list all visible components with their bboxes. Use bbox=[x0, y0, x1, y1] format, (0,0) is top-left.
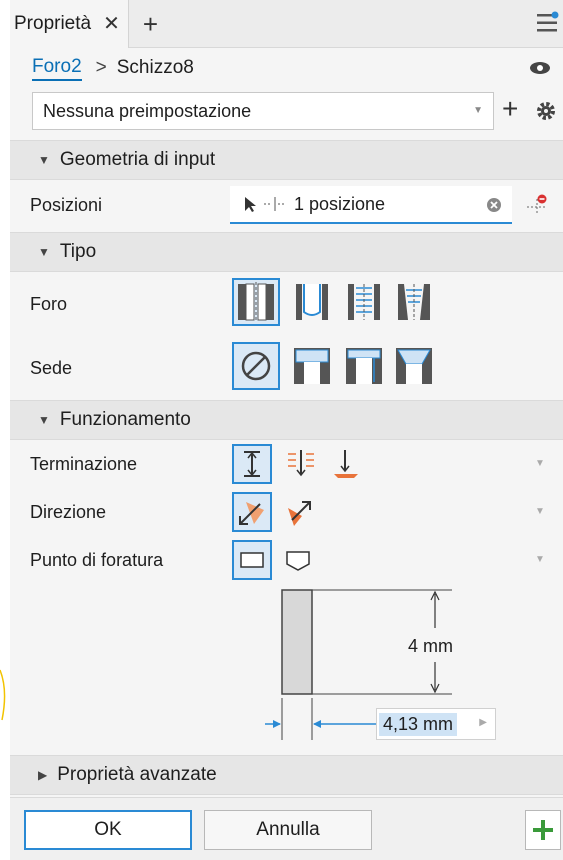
tab-bar: Proprietà ✕ + bbox=[10, 0, 563, 48]
positions-value: 1 posizione bbox=[294, 193, 386, 214]
section-advanced[interactable]: ▶ Proprietà avanzate bbox=[10, 755, 563, 795]
hole-label: Foro bbox=[30, 294, 68, 314]
simple-hole-button[interactable] bbox=[232, 278, 280, 326]
breadcrumb-feature-link[interactable]: Foro2 bbox=[32, 56, 82, 81]
chevron-down-icon[interactable]: ▼ bbox=[535, 458, 545, 469]
hamburger-icon[interactable] bbox=[535, 11, 559, 35]
to-icon[interactable] bbox=[328, 446, 364, 482]
distance-icon bbox=[244, 451, 260, 477]
breadcrumb: Foro2 > Schizzo8 bbox=[10, 48, 563, 88]
depth-dimension[interactable]: 4 mm bbox=[408, 634, 453, 659]
through-all-icon[interactable] bbox=[284, 446, 320, 482]
section-title: Geometria di input bbox=[59, 149, 216, 170]
breadcrumb-separator: > bbox=[95, 57, 107, 78]
canvas-arc-icon bbox=[0, 669, 6, 721]
clearance-hole-icon[interactable] bbox=[292, 282, 332, 322]
termination-label: Terminazione bbox=[30, 454, 138, 474]
properties-panel: Proprietà ✕ + Foro2 > Schizzo8 Nessuna p… bbox=[10, 0, 563, 860]
hole-preview: 4 mm 4,13 mm ▶ bbox=[10, 584, 563, 746]
canvas-edge bbox=[0, 0, 10, 860]
diameter-value: 4,13 mm bbox=[379, 712, 458, 736]
section-type[interactable]: ▼ Tipo bbox=[10, 232, 563, 272]
triangle-down-icon: ▼ bbox=[38, 153, 50, 167]
angle-point-icon[interactable] bbox=[280, 542, 316, 578]
gear-icon[interactable] bbox=[535, 100, 557, 122]
app: Proprietà ✕ + Foro2 > Schizzo8 Nessuna p… bbox=[0, 0, 563, 860]
eye-icon[interactable] bbox=[529, 61, 551, 75]
seat-label: Sede bbox=[30, 358, 73, 378]
direction-row: Direzione ▼ bbox=[10, 488, 563, 536]
plus-icon[interactable]: + bbox=[143, 11, 158, 37]
breadcrumb-sketch: Schizzo8 bbox=[116, 57, 194, 78]
close-icon[interactable]: ✕ bbox=[103, 11, 120, 36]
direction-label: Direzione bbox=[30, 502, 107, 522]
diameter-input[interactable]: 4,13 mm ▶ bbox=[376, 708, 496, 740]
triangle-down-icon: ▼ bbox=[38, 413, 50, 427]
triangle-right-icon: ▶ bbox=[38, 768, 48, 782]
counterbore-icon[interactable] bbox=[292, 346, 332, 386]
no-seat-button[interactable] bbox=[232, 342, 280, 390]
chevron-down-icon[interactable]: ▼ bbox=[535, 554, 545, 565]
positions-label: Posizioni bbox=[30, 195, 103, 215]
triangle-down-icon: ▼ bbox=[38, 245, 50, 259]
tab-properties[interactable]: Proprietà ✕ bbox=[10, 0, 129, 48]
drill-point-label: Punto di foratura bbox=[30, 550, 164, 570]
positions-row: Posizioni 1 posizione bbox=[10, 180, 563, 232]
section-input-geometry[interactable]: ▼ Geometria di input bbox=[10, 140, 563, 180]
chevron-right-icon[interactable]: ▶ bbox=[479, 717, 487, 728]
flat-point-button[interactable] bbox=[232, 540, 272, 580]
cursor-icon bbox=[245, 197, 256, 212]
simple-hole-icon bbox=[238, 282, 274, 322]
tapped-hole-icon[interactable] bbox=[344, 282, 384, 322]
taper-tapped-hole-icon[interactable] bbox=[394, 282, 434, 322]
tab-title: Proprietà bbox=[14, 12, 92, 34]
ok-button[interactable]: OK bbox=[24, 810, 192, 850]
preset-row: Nessuna preimpostazione ▼ + bbox=[10, 88, 563, 134]
remove-point-icon[interactable] bbox=[525, 193, 549, 217]
add-icon bbox=[533, 820, 553, 840]
no-seat-icon bbox=[241, 351, 271, 381]
chevron-down-icon: ▼ bbox=[473, 105, 483, 116]
direction-default-icon bbox=[239, 502, 264, 525]
seat-type-row: Sede bbox=[10, 336, 563, 400]
positions-field[interactable]: 1 posizione bbox=[230, 186, 512, 224]
add-button[interactable] bbox=[525, 810, 561, 850]
section-title: Funzionamento bbox=[59, 409, 191, 430]
hole-type-row: Foro bbox=[10, 272, 563, 336]
direction-flip-icon[interactable] bbox=[280, 494, 316, 530]
section-title: Tipo bbox=[59, 241, 97, 262]
drill-point-row: Punto di foratura ▼ bbox=[10, 536, 563, 584]
footer: OK Annulla bbox=[10, 797, 563, 860]
direction-default-button[interactable] bbox=[232, 492, 272, 532]
flat-point-icon bbox=[240, 552, 264, 568]
termination-row: Terminazione ▼ bbox=[10, 440, 563, 488]
cancel-button[interactable]: Annulla bbox=[204, 810, 372, 850]
clear-icon[interactable] bbox=[486, 197, 502, 213]
countersink-icon[interactable] bbox=[394, 346, 434, 386]
distance-button[interactable] bbox=[232, 444, 272, 484]
preset-dropdown[interactable]: Nessuna preimpostazione ▼ bbox=[32, 92, 494, 130]
section-behavior[interactable]: ▼ Funzionamento bbox=[10, 400, 563, 440]
section-title: Proprietà avanzate bbox=[57, 764, 217, 785]
chevron-down-icon[interactable]: ▼ bbox=[535, 506, 545, 517]
spotface-icon[interactable] bbox=[344, 346, 384, 386]
add-preset-button[interactable]: + bbox=[502, 95, 518, 123]
preset-value: Nessuna preimpostazione bbox=[43, 100, 252, 121]
crosshair-icon bbox=[264, 197, 286, 211]
